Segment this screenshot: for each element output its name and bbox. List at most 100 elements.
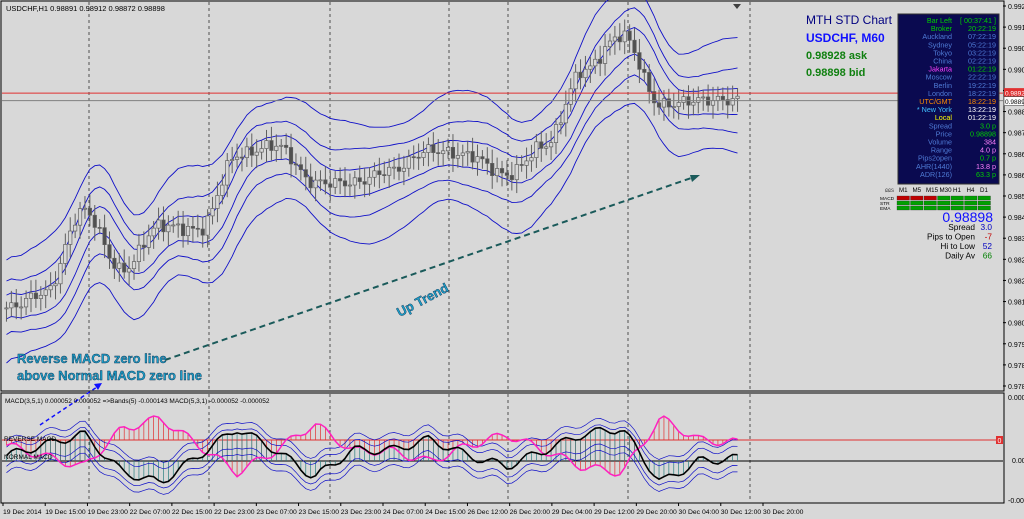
- candle-body: [347, 184, 352, 187]
- candle-body: [627, 30, 632, 41]
- candle-body: [77, 208, 83, 226]
- candle-body: [539, 141, 544, 149]
- candle-body: [112, 257, 117, 269]
- candle-body: [151, 227, 156, 237]
- candle-body: [166, 224, 171, 233]
- time-tick-label: 29 Dec 04:00: [552, 509, 593, 516]
- candle-body: [225, 160, 230, 186]
- candle-body: [593, 58, 598, 67]
- candle-body: [553, 124, 559, 143]
- indicator-header: MACD(3,5,1) 0.000052 0.000052 =>Bands(5)…: [5, 398, 270, 405]
- price-tick-label: 0.98125: [1008, 300, 1024, 307]
- price-tick-label: 0.98605: [1008, 173, 1024, 180]
- candle-body: [234, 156, 240, 160]
- candle-body: [63, 244, 68, 264]
- time-tick-label: 26 Dec 20:00: [510, 509, 551, 516]
- indicator-axis-zero: 0.00: [1012, 458, 1024, 465]
- candle-body: [205, 215, 210, 236]
- time-tick-label: 26 Dec 12:00: [467, 509, 508, 516]
- signal-cell: [923, 205, 937, 211]
- signal-timeframe-label: D1: [980, 187, 988, 194]
- candle-body: [485, 158, 490, 164]
- chart-window[interactable]: 0.992450.991650.990850.990050.989250.988…: [0, 0, 1024, 519]
- signal-cell: [937, 195, 951, 201]
- candle-body: [455, 155, 460, 159]
- candle-body: [82, 207, 88, 210]
- candle-body: [647, 72, 652, 92]
- signal-timeframe-label: M15: [926, 187, 939, 194]
- candle-body: [38, 294, 43, 300]
- candle-body: [387, 166, 392, 176]
- candle-body: [210, 208, 215, 217]
- candle-body: [441, 150, 446, 154]
- signal-cell: [977, 200, 991, 206]
- symbol-timeframe: USDCHF, M60: [806, 31, 885, 45]
- time-tick-label: 30 Dec 20:00: [763, 509, 804, 516]
- stats-label: Hi to Low: [940, 241, 976, 251]
- time-tick-label: 19 Dec 15:00: [45, 509, 86, 516]
- candle-body: [195, 227, 200, 230]
- candle-body: [519, 164, 524, 166]
- candle-body: [676, 102, 681, 107]
- reverse-note-line2: above Normal MACD zero line: [17, 368, 202, 383]
- candle-body: [127, 268, 132, 273]
- candle-body: [362, 181, 367, 185]
- signal-cell: [896, 195, 910, 201]
- candle-body: [642, 68, 647, 73]
- candle-body: [298, 164, 303, 171]
- candle-body: [87, 207, 92, 216]
- price-tick-label: 0.98525: [1008, 194, 1024, 201]
- stats-value: 52: [983, 241, 993, 251]
- stats-label: Daily Av: [945, 251, 976, 261]
- candle-body: [68, 230, 73, 245]
- candle-body: [637, 52, 642, 70]
- candle-body: [710, 100, 716, 106]
- candle-body: [465, 151, 470, 154]
- time-tick-label: 22 Dec 07:00: [130, 509, 171, 516]
- candle-body: [264, 140, 269, 149]
- price-tick-label: 0.98685: [1008, 152, 1024, 159]
- candle-body: [342, 180, 348, 187]
- candle-body: [367, 176, 372, 185]
- candle-body: [28, 292, 34, 299]
- candle-body: [141, 244, 146, 248]
- candle-body: [58, 263, 63, 285]
- candle-body: [563, 103, 568, 124]
- bid-readout: 0.98898 bid: [806, 67, 865, 79]
- candle-body: [661, 98, 667, 108]
- info-row-value: 63.3 p: [976, 170, 996, 179]
- signal-cell: [910, 200, 924, 206]
- candle-body: [254, 151, 259, 156]
- candle-body: [171, 224, 176, 227]
- candle-body: [445, 146, 451, 152]
- candle-body: [475, 156, 480, 163]
- chart-title: MTH STD Chart: [806, 13, 893, 27]
- candle-body: [97, 227, 102, 229]
- candle-body: [352, 177, 357, 186]
- candle-body: [73, 224, 78, 232]
- chart-canvas[interactable]: 0.992450.991650.990850.990050.989250.988…: [0, 0, 1024, 519]
- reverse-macd-label: REVERSE MACD: [4, 436, 56, 443]
- signal-cell: [896, 205, 910, 211]
- signal-cell: [910, 205, 924, 211]
- candle-body: [436, 152, 441, 154]
- normal-macd-label: NORMAL MACD: [4, 454, 53, 461]
- candle-body: [607, 40, 613, 48]
- candle-body: [333, 178, 338, 188]
- candle-body: [558, 122, 563, 125]
- candle-body: [735, 95, 740, 99]
- candle-body: [190, 226, 195, 229]
- candle-body: [382, 174, 387, 176]
- candle-body: [715, 95, 720, 101]
- time-tick-label: 23 Dec 15:00: [299, 509, 340, 516]
- candle-body: [416, 156, 421, 159]
- candle-body: [529, 157, 534, 162]
- candle-body: [696, 97, 701, 103]
- candle-body: [372, 170, 377, 178]
- candle-body: [514, 164, 519, 181]
- candle-body: [671, 106, 676, 108]
- candle-body: [107, 244, 112, 259]
- time-tick-label: 23 Dec 07:00: [256, 509, 297, 516]
- signal-cell: [950, 200, 964, 206]
- candle-body: [632, 39, 637, 53]
